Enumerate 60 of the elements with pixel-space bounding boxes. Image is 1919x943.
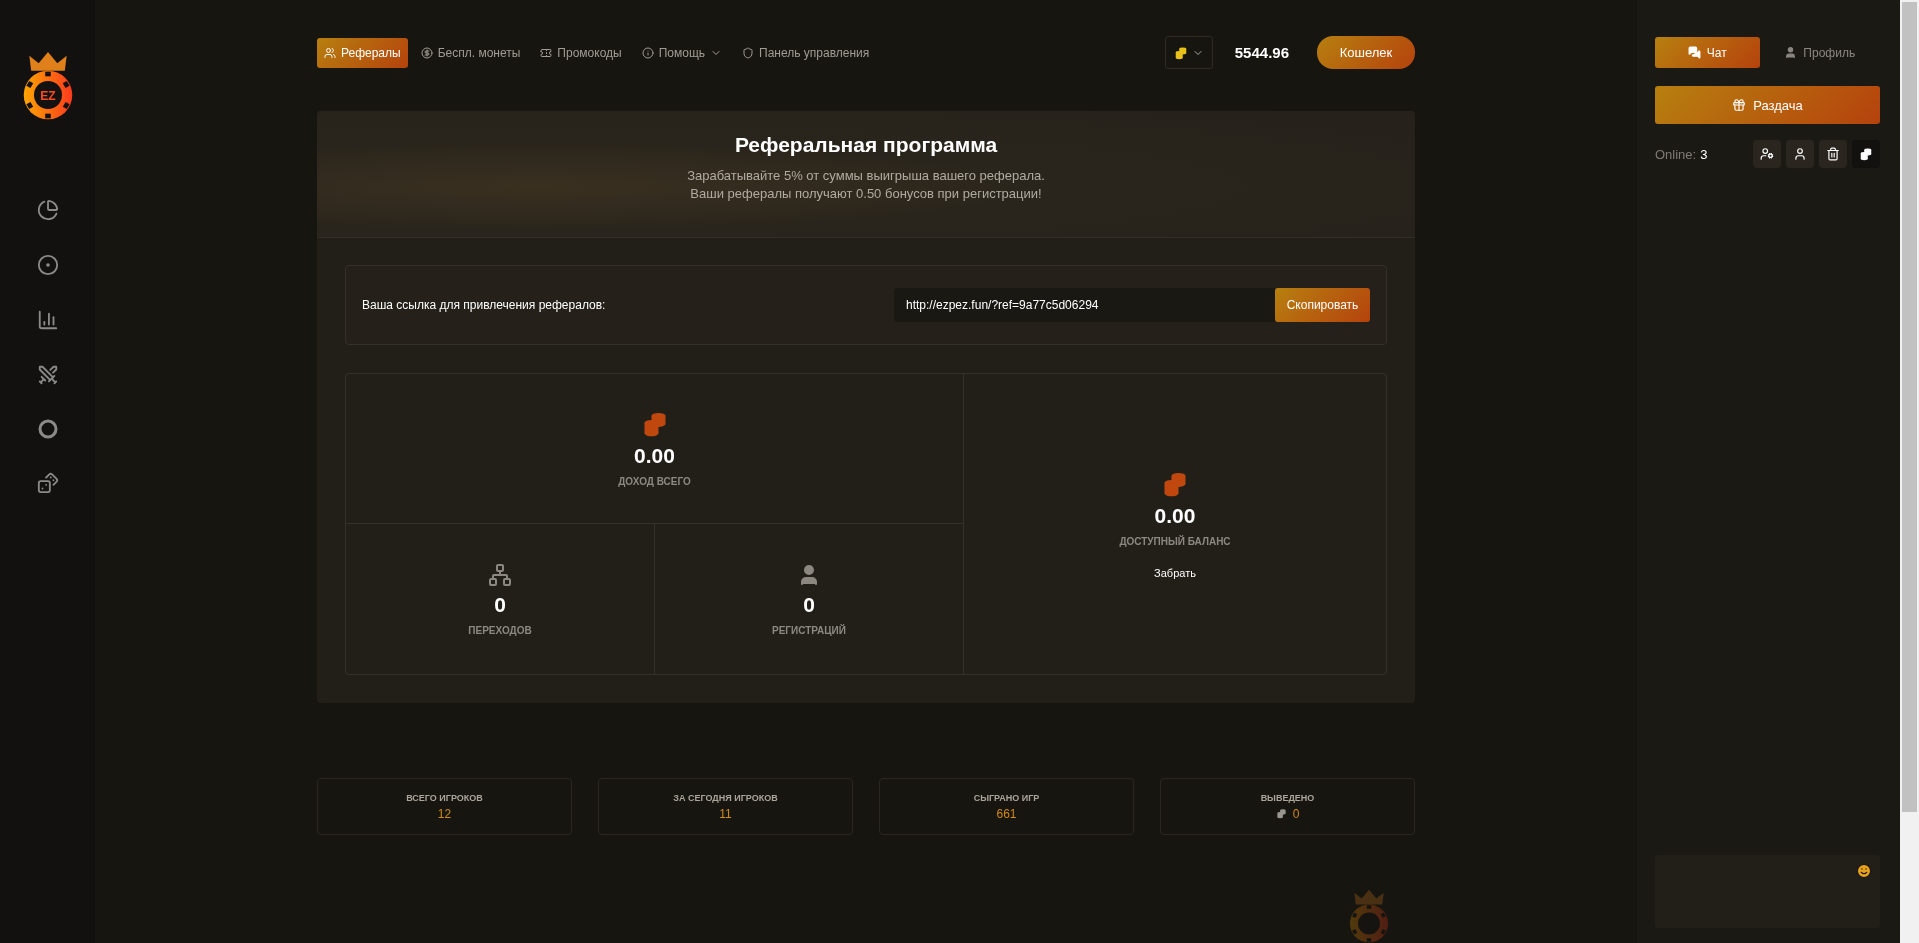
claim-link[interactable]: Забрать — [1154, 566, 1196, 579]
stat-value: 0.00 — [1154, 503, 1196, 528]
stat-label: ПЕРЕХОДОВ — [468, 624, 532, 636]
balance: 5544.96 — [1234, 44, 1289, 61]
stat-label: ДОХОД ВСЕГО — [618, 476, 691, 487]
referral-link-field[interactable]: http://ezpez.fun/?ref=9a77c5d06294 — [894, 288, 1275, 322]
panel-tab[interactable]: Чат — [1655, 37, 1760, 68]
trash-icon — [1826, 147, 1840, 161]
stat-label: СЫГРАНО ИГР — [973, 792, 1040, 803]
nav-tab[interactable]: Беспл. монеты — [413, 37, 528, 68]
nav-tab[interactable]: Помощь — [634, 37, 730, 68]
nav-icon — [742, 46, 755, 59]
chat-icon — [1687, 46, 1701, 59]
nav-icon — [420, 46, 433, 59]
smiley-icon[interactable] — [1856, 863, 1872, 879]
giveaway-button[interactable]: Раздача — [1655, 86, 1880, 124]
chart-icon[interactable] — [36, 308, 59, 331]
panel-tab[interactable]: Профиль — [1767, 37, 1872, 68]
scrollbar[interactable] — [1900, 0, 1919, 943]
pie-chart-icon[interactable] — [36, 198, 59, 221]
stat-value: 0 — [803, 592, 815, 617]
nav-icon — [324, 46, 336, 59]
online-label: Online: — [1655, 146, 1697, 162]
dice-icon[interactable] — [36, 471, 59, 494]
stat-label: ВСЕГО ИГРОКОВ — [406, 792, 483, 803]
nav-icon — [540, 46, 553, 59]
stat-label: ЗА СЕГОДНЯ ИГРОКОВ — [673, 792, 778, 803]
chat-input[interactable] — [1655, 855, 1880, 928]
stat-label: ВЫВЕДЕНО — [1260, 792, 1315, 803]
link-label: Ваша ссылка для привлечения рефералов: — [362, 298, 607, 312]
nav-tab[interactable]: Рефералы — [317, 37, 408, 68]
stat-value: 12 — [437, 806, 452, 821]
stat-label: ДОСТУПНЫЙ БАЛАНС — [1119, 535, 1231, 547]
stat-value: 0.00 — [634, 444, 675, 468]
copy-button[interactable]: Скопировать — [1275, 288, 1370, 322]
wallet-button[interactable]: Кошелек — [1317, 36, 1415, 69]
user-icon — [1793, 147, 1807, 161]
stat-value: 0 — [494, 592, 506, 617]
nav-tab[interactable]: Панель управления — [735, 37, 877, 68]
roulette-icon[interactable] — [36, 253, 59, 276]
page-title: Реферальная программа — [734, 133, 998, 157]
description: Зарабатывайте 5% от суммы выигрыша вашего реферала. Ваши рефералы получают 0.50 бонусов при регистрации! — [687, 167, 1045, 203]
nav-icon — [641, 46, 654, 59]
user-gear-icon — [1760, 147, 1774, 161]
user-icon — [1784, 46, 1798, 59]
user-settings-button[interactable] — [1753, 140, 1781, 168]
stat-value: 0 — [1292, 806, 1300, 821]
ring-icon[interactable] — [37, 418, 58, 439]
network-icon — [488, 562, 512, 587]
user-block-button[interactable] — [1786, 140, 1814, 168]
clear-chat-button[interactable] — [1819, 140, 1847, 168]
currency-select[interactable] — [1164, 36, 1213, 69]
swords-icon[interactable] — [36, 363, 59, 386]
nav-tab[interactable]: Промокоды — [533, 37, 629, 68]
coins-button[interactable] — [1852, 140, 1880, 168]
stat-label: РЕГИСТРАЦИЙ — [772, 624, 846, 636]
gift-icon — [1732, 98, 1747, 112]
stat-value: 661 — [996, 806, 1017, 821]
stat-value: 11 — [719, 806, 732, 821]
online-count: 3 — [1700, 146, 1709, 162]
